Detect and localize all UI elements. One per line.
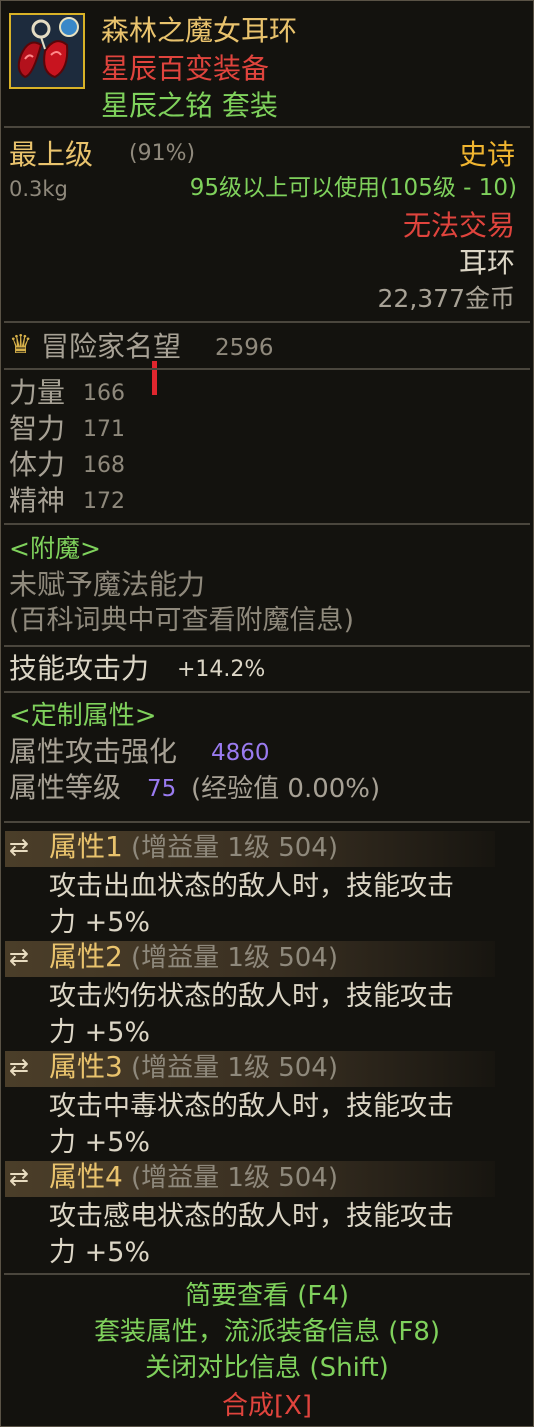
- attribute-desc: 攻击出血状态的敌人时，技能攻击: [49, 871, 454, 902]
- stat-label-str: 力量: [9, 376, 66, 409]
- elem-level-value: 75: [147, 776, 177, 802]
- item-rarity: 史诗: [458, 138, 515, 171]
- divider: [4, 821, 530, 823]
- crown-icon: ♛: [9, 330, 33, 360]
- item-subtitle: 星辰百变装备: [101, 52, 270, 85]
- elem-attack-label: 属性攻击强化: [9, 735, 178, 768]
- elem-exp: (经验值 0.00%): [191, 774, 381, 804]
- attribute-tier: (增益量 1级 504): [131, 943, 338, 973]
- stat-value-spi: 172: [83, 489, 125, 514]
- attribute-name: 属性4: [49, 1160, 123, 1193]
- attribute-desc: 攻击中毒状态的敌人时，技能攻击: [49, 1091, 454, 1122]
- attribute-tier: (增益量 1级 504): [131, 833, 338, 863]
- divider: [4, 126, 530, 128]
- enchant-line2: (百科词典中可查看附魔信息): [9, 605, 355, 636]
- reputation-label: 冒险家名望: [41, 330, 182, 363]
- divider: [4, 523, 530, 525]
- brief-view-hint[interactable]: 简要查看 (F4): [1, 1283, 533, 1309]
- skill-attack-value: +14.2%: [177, 657, 266, 682]
- trade-status: 无法交易: [402, 209, 515, 242]
- reputation-value: 2596: [215, 335, 274, 361]
- shuffle-icon[interactable]: ⇄: [9, 945, 29, 969]
- stat-value-str: 166: [83, 381, 125, 406]
- attribute-desc: 力 +5%: [49, 1237, 151, 1268]
- attribute-name: 属性3: [49, 1050, 123, 1083]
- attribute-desc: 力 +5%: [49, 907, 151, 938]
- attribute-desc: 力 +5%: [49, 1127, 151, 1158]
- stat-value-vit: 168: [83, 453, 125, 478]
- divider: [4, 321, 530, 323]
- attribute-tier: (增益量 1级 504): [131, 1163, 338, 1193]
- item-weight: 0.3kg: [9, 177, 68, 201]
- attribute-desc: 攻击感电状态的敌人时，技能攻击: [49, 1201, 454, 1232]
- grade-percent: (91%): [129, 141, 196, 166]
- item-icon: [9, 13, 85, 89]
- divider: [4, 1273, 530, 1275]
- enchant-header: <附魔>: [9, 534, 101, 563]
- stat-label-spi: 精神: [9, 484, 66, 517]
- mouse-cursor: [152, 361, 157, 395]
- item-name: 森林之魔女耳环: [101, 14, 298, 47]
- synthesize-hint[interactable]: 合成[X]: [1, 1393, 533, 1419]
- custom-header: <定制属性>: [9, 701, 157, 731]
- item-slot: 耳环: [458, 246, 515, 279]
- skill-attack-label: 技能攻击力: [9, 652, 150, 685]
- divider: [4, 368, 530, 370]
- attribute-desc: 攻击灼伤状态的敌人时，技能攻击: [49, 981, 454, 1012]
- set-name: 星辰之铭 套装: [101, 89, 278, 122]
- elem-level-label: 属性等级: [9, 771, 122, 804]
- shuffle-icon[interactable]: ⇄: [9, 835, 29, 859]
- earring-icon: [11, 15, 83, 87]
- item-grade: 最上级: [9, 138, 94, 171]
- close-compare-hint[interactable]: 关闭对比信息 (Shift): [1, 1355, 533, 1381]
- stat-label-int: 智力: [9, 412, 66, 445]
- stat-value-int: 171: [83, 417, 125, 442]
- attribute-desc: 力 +5%: [49, 1017, 151, 1048]
- divider: [4, 691, 530, 693]
- item-tooltip: 森林之魔女耳环 星辰百变装备 星辰之铭 套装 最上级 (91%) 史诗 0.3k…: [0, 0, 534, 1427]
- elem-attack-value: 4860: [211, 740, 270, 766]
- level-requirement: 95级以上可以使用(105级 - 10): [189, 175, 517, 201]
- attribute-tier: (增益量 1级 504): [131, 1053, 338, 1083]
- shuffle-icon[interactable]: ⇄: [9, 1165, 29, 1189]
- shuffle-icon[interactable]: ⇄: [9, 1055, 29, 1079]
- attribute-name: 属性1: [49, 830, 123, 863]
- set-info-hint[interactable]: 套装属性，流派装备信息 (F8): [1, 1319, 533, 1345]
- enchant-line1: 未赋予魔法能力: [9, 568, 206, 601]
- divider: [4, 645, 530, 647]
- attribute-name: 属性2: [49, 940, 123, 973]
- stat-label-vit: 体力: [9, 448, 66, 481]
- item-price: 22,377金币: [377, 284, 515, 313]
